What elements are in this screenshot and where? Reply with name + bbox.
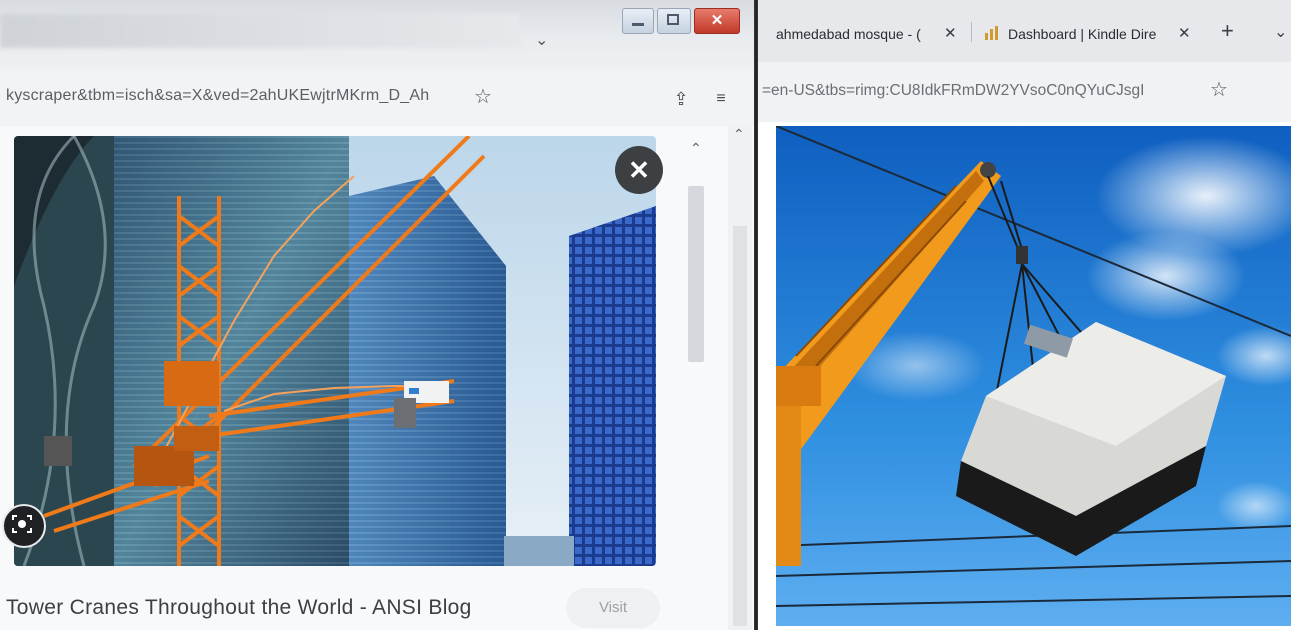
url-text[interactable]: kyscraper&tbm=isch&sa=X&ved=2ahUKEwjtrMK… [6,87,429,105]
right-browser-window: ahmedabad mosque - ( ✕ Dashboard | Kindl… [758,0,1291,630]
collections-icon[interactable]: ≡ [708,86,734,112]
tab-overflow-chevron-icon[interactable]: ⌄ [1274,22,1287,42]
crane-lifting-container-image[interactable] [776,126,1291,626]
close-icon: ✕ [710,12,724,29]
kdp-bar-chart-icon [985,26,998,40]
minimize-button[interactable] [622,8,654,34]
favorite-star-icon[interactable]: ☆ [1210,80,1228,100]
image-preview-panel: ✕ Tower Cranes Throughout the World - AN… [0,126,758,630]
page-scroll-thumb[interactable] [733,226,747,626]
visit-button[interactable]: Visit [566,588,660,628]
left-browser-window: ⌄ ✕ kyscraper&tbm=isch&sa=X&ved=2ahUKEwj… [0,0,758,630]
url-fade [1163,76,1187,108]
tab-ahmedabad-mosque[interactable]: ahmedabad mosque - ( ✕ [764,14,960,52]
url-text[interactable]: =en-US&tbs=rimg:CU8IdkFRmDW2YVsoC0nQYuCJ… [762,82,1144,100]
tab-close-icon[interactable]: ✕ [944,24,957,42]
page-scrollbar[interactable]: ⌃ [728,126,752,630]
image-view [758,122,1291,630]
page-scroll-up-icon[interactable]: ⌃ [733,126,745,143]
lens-search-icon [12,515,32,533]
crane-container-photo [776,126,1291,626]
address-bar[interactable]: =en-US&tbs=rimg:CU8IdkFRmDW2YVsoC0nQYuCJ… [758,62,1291,122]
result-caption[interactable]: Tower Cranes Throughout the World - ANSI… [6,596,472,620]
scroll-up-icon[interactable]: ⌃ [690,140,702,157]
visual-search-button[interactable] [2,504,46,548]
tab-label: Dashboard | Kindle Dire [1008,26,1157,42]
preview-image-tower-cranes[interactable] [14,136,656,566]
title-bar: ⌄ ✕ [0,0,758,70]
share-icon[interactable]: ⇪ [668,86,694,112]
close-preview-button[interactable]: ✕ [615,146,663,194]
new-tab-plus-icon[interactable]: + [1221,18,1234,44]
minimize-icon [632,23,644,26]
tab-kindle-dashboard[interactable]: Dashboard | Kindle Dire ✕ [980,14,1192,52]
tab-strip-blurred [0,14,520,48]
window-controls: ✕ [622,8,743,34]
tower-cranes-photo [14,136,656,566]
tab-label: ahmedabad mosque - ( [776,26,921,42]
close-window-button[interactable]: ✕ [694,8,740,34]
favorite-star-icon[interactable]: ☆ [474,87,492,107]
preview-scrollbar[interactable]: ⌃ [684,136,710,630]
tab-strip: ahmedabad mosque - ( ✕ Dashboard | Kindl… [758,0,1291,62]
tab-separator [971,22,972,42]
maximize-icon [667,14,679,25]
maximize-button[interactable] [657,8,691,34]
scroll-thumb[interactable] [688,186,704,362]
tab-close-icon[interactable]: ✕ [1178,24,1191,42]
tab-list-chevron-icon[interactable]: ⌄ [535,30,548,50]
address-bar[interactable]: kyscraper&tbm=isch&sa=X&ved=2ahUKEwjtrMK… [0,70,758,126]
